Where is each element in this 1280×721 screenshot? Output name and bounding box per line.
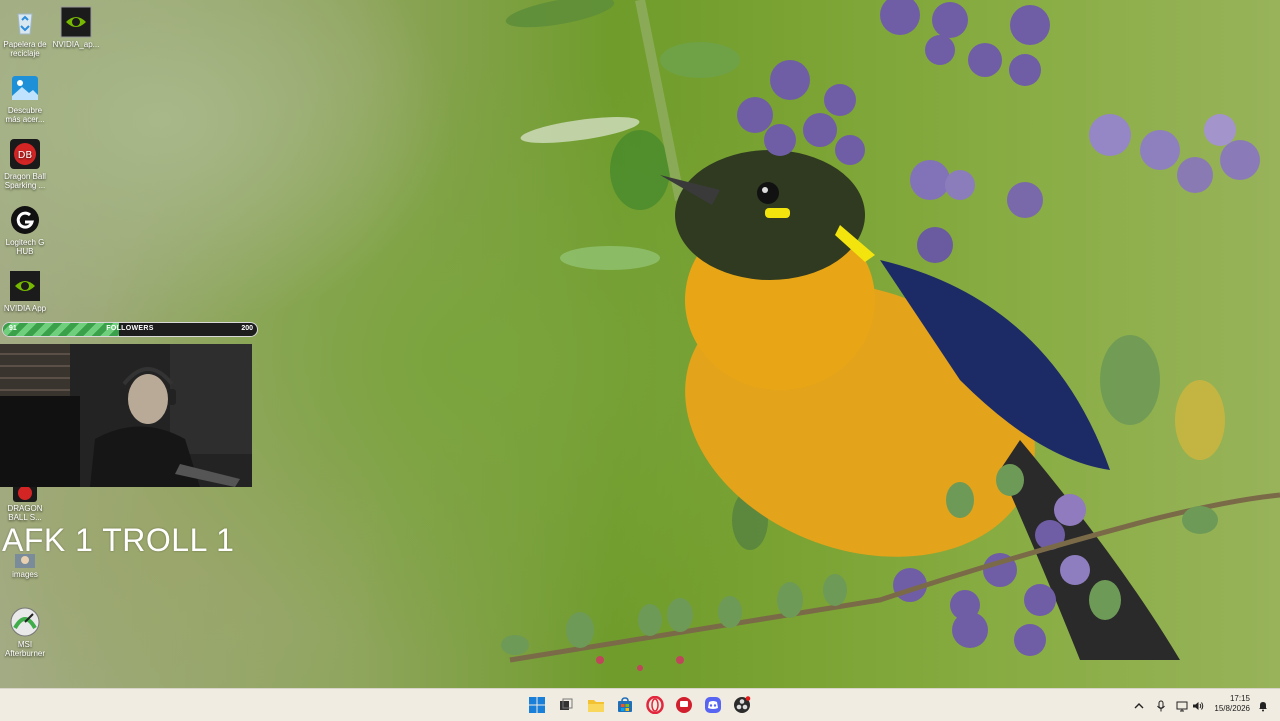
desktop-icon-descubre[interactable]: Descubre más acer...: [0, 72, 50, 124]
discord-icon[interactable]: [702, 694, 724, 716]
volume-icon[interactable]: [1192, 699, 1204, 711]
webcam-overlay: [0, 344, 252, 487]
logitech-icon: [9, 204, 41, 236]
desktop-icon-dragon-ball-s[interactable]: DRAGON BALL S...: [0, 484, 50, 522]
desktop-icon-label: NVIDIA App: [3, 304, 47, 313]
svg-text:DB: DB: [18, 150, 33, 161]
desktop-icon-recycle-bin[interactable]: Papelera de reciclaje: [0, 6, 50, 58]
clock-date: 15/8/2026: [1214, 704, 1250, 713]
msi-afterburner-icon: [9, 606, 41, 638]
desktop-icon-label: NVIDIA_ap...: [52, 40, 100, 49]
network-icon[interactable]: [1176, 699, 1188, 712]
task-view-icon[interactable]: [555, 694, 577, 716]
nvidia-icon: [60, 6, 92, 38]
desktop-icon-label: Descubre más acer...: [5, 106, 45, 124]
opera-gx-icon[interactable]: [644, 694, 666, 716]
webcam-feed: [0, 344, 252, 487]
notification-icon[interactable]: [1257, 699, 1269, 712]
desktop-icon-label: Logitech G HUB: [5, 238, 45, 256]
desktop-icon-label: images: [12, 570, 38, 579]
afk-troll-counter: AFK 1 TROLL 1: [2, 522, 235, 558]
desktop-icon-nvidia-ap[interactable]: NVIDIA_ap...: [51, 6, 101, 49]
followers-goal: 200: [241, 325, 253, 332]
followers-goal-bar: 91 FOLLOWERS 200: [2, 322, 258, 337]
desktop-icon-msi-afterburner[interactable]: MSI Afterburner: [0, 606, 50, 658]
taskbar: 17:15 15/8/2026: [0, 688, 1280, 721]
windows-start-icon[interactable]: [526, 694, 548, 716]
taskbar-clock[interactable]: 17:15 15/8/2026: [1214, 694, 1250, 714]
dragon-ball-icon: DB: [9, 138, 41, 170]
app-red-icon[interactable]: [673, 694, 695, 716]
desktop-icon-label: Dragon Ball Sparking ...: [4, 172, 46, 190]
file-explorer-icon[interactable]: [585, 694, 607, 716]
desktop-icon-nvidia-app[interactable]: NVIDIA App: [0, 270, 50, 313]
chevron-up-icon[interactable]: [1133, 699, 1145, 711]
microphone-icon[interactable]: [1155, 699, 1167, 712]
desktop-icon-label: Papelera de reciclaje: [3, 40, 47, 58]
picture-icon: [9, 72, 41, 104]
microsoft-store-icon[interactable]: [614, 694, 636, 716]
nvidia-icon: [9, 270, 41, 302]
desktop-icon-label: MSI Afterburner: [4, 640, 46, 658]
followers-label: FOLLOWERS: [106, 325, 154, 332]
clock-time: 17:15: [1229, 694, 1250, 703]
desktop-icon-dragon-ball-sparking[interactable]: DB Dragon Ball Sparking ...: [0, 138, 50, 190]
recycle-bin-icon: [9, 6, 41, 38]
obs-icon[interactable]: [731, 694, 753, 716]
desktop-icon-logitech-ghub[interactable]: Logitech G HUB: [0, 204, 50, 256]
desktop-icon-label: DRAGON BALL S...: [7, 504, 43, 522]
